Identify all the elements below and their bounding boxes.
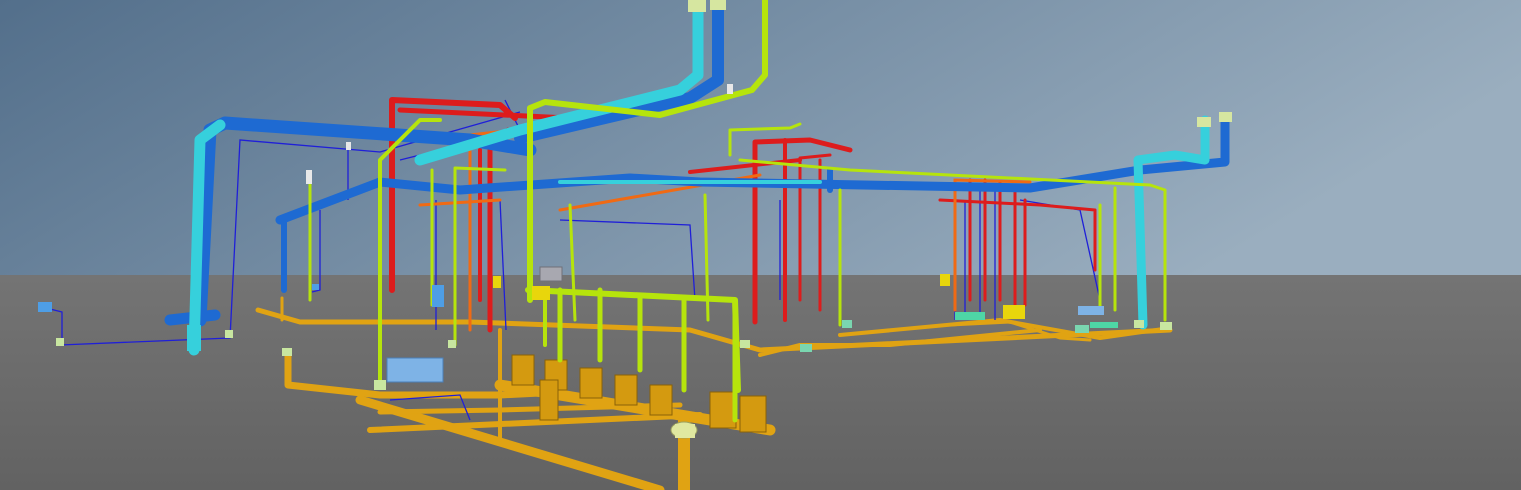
manifold	[955, 312, 985, 320]
3d-viewport[interactable]	[0, 0, 1521, 490]
pipe-cap	[727, 84, 733, 94]
pipe-cap	[1075, 325, 1089, 333]
expansion-tank	[432, 285, 444, 307]
pipe-cap	[1160, 322, 1172, 330]
pump-unit	[940, 274, 950, 286]
ground-plane	[0, 275, 1521, 490]
pipe-cap	[1219, 112, 1232, 122]
valve	[539, 379, 559, 421]
expansion-tank	[312, 284, 319, 290]
manifold	[1090, 322, 1118, 328]
water-heater-block	[1078, 306, 1104, 315]
pipe-cap	[800, 344, 812, 352]
pipe-cap	[448, 340, 456, 348]
valve	[579, 367, 603, 399]
valve	[511, 354, 535, 386]
piping-model-scene[interactable]	[0, 0, 1521, 490]
pipe-cap	[282, 348, 292, 356]
pipe-cap	[306, 170, 312, 184]
filter-housing	[539, 266, 563, 282]
pipe-cap	[346, 142, 351, 150]
expansion-tank	[38, 302, 52, 312]
valve	[614, 374, 638, 406]
sky-background	[0, 0, 1521, 276]
pump-unit	[493, 276, 501, 288]
pipe-cap	[225, 330, 233, 338]
valve	[709, 391, 737, 429]
pipe-cap	[688, 0, 706, 12]
pipe-cap	[710, 0, 726, 10]
pipe-cap	[374, 380, 386, 390]
pump-unit	[532, 286, 550, 300]
pump-unit	[1003, 305, 1025, 319]
water-heater-block	[386, 357, 444, 383]
pipe-cap	[1134, 320, 1144, 328]
valve	[739, 395, 767, 433]
pipe-cap	[842, 320, 852, 328]
pipe-cap	[56, 338, 64, 346]
pipe-cap	[187, 325, 201, 351]
pipe-cap	[740, 340, 750, 348]
pipe-cap	[675, 424, 695, 438]
pipe-cap	[1197, 117, 1211, 127]
valve	[649, 384, 673, 416]
